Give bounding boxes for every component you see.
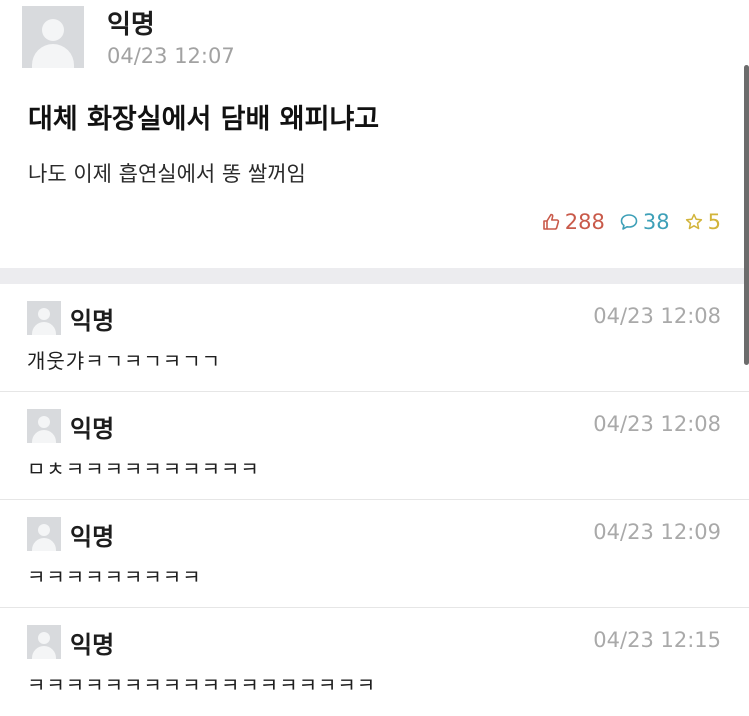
- post-header: 익명 04/23 12:07: [22, 6, 642, 68]
- comment-time: 04/23 12:08: [593, 412, 721, 436]
- comment-author[interactable]: 익명: [70, 517, 114, 552]
- comment-author[interactable]: 익명: [70, 625, 114, 660]
- thumbs-up-icon: [542, 213, 559, 230]
- scrollbar[interactable]: [744, 65, 749, 365]
- avatar[interactable]: [27, 625, 61, 659]
- avatar[interactable]: [27, 301, 61, 335]
- comment-author[interactable]: 익명: [70, 301, 114, 336]
- post-stats: 288 38 5: [541, 208, 721, 236]
- comment-time: 04/23 12:15: [593, 628, 721, 652]
- avatar[interactable]: [27, 517, 61, 551]
- comment-item: 익명 04/23 12:09 ㅋㅋㅋㅋㅋㅋㅋㅋㅋ: [0, 500, 749, 608]
- star-icon: [685, 213, 702, 230]
- comment-text: ㅋㅋㅋㅋㅋㅋㅋㅋㅋㅋㅋㅋㅋㅋㅋㅋㅋㅋ: [27, 673, 377, 697]
- comment-time: 04/23 12:09: [593, 520, 721, 544]
- comment-button[interactable]: 38: [619, 210, 670, 234]
- comment-item: 익명 04/23 12:08 개웃갸ㅋㄱㅋㄱㅋㄱㄱ: [0, 284, 749, 392]
- speech-bubble-icon: [620, 214, 638, 230]
- scrap-button[interactable]: 5: [684, 210, 721, 234]
- section-divider: [0, 268, 749, 284]
- post-time: 04/23 12:07: [107, 44, 235, 68]
- like-button[interactable]: 288: [541, 210, 605, 234]
- comment-time: 04/23 12:08: [593, 304, 721, 328]
- post-title: 대체 화장실에서 담배 왜피냐고: [28, 104, 380, 135]
- comment-text: ㅁㅊㅋㅋㅋㅋㅋㅋㅋㅋㅋㅋ: [27, 457, 260, 481]
- comment-list: 익명 04/23 12:08 개웃갸ㅋㄱㅋㄱㅋㄱㄱ 익명 04/23 12:08…: [0, 284, 749, 715]
- scrap-count: 5: [707, 210, 721, 234]
- comment-author[interactable]: 익명: [70, 409, 114, 444]
- comment-count: 38: [642, 210, 670, 234]
- post-author[interactable]: 익명: [107, 4, 155, 41]
- like-count: 288: [564, 210, 605, 234]
- comment-item: 익명 04/23 12:08 ㅁㅊㅋㅋㅋㅋㅋㅋㅋㅋㅋㅋ: [0, 392, 749, 500]
- comment-text: ㅋㅋㅋㅋㅋㅋㅋㅋㅋ: [27, 565, 202, 589]
- avatar[interactable]: [22, 6, 84, 68]
- comment-item: 익명 04/23 12:15 ㅋㅋㅋㅋㅋㅋㅋㅋㅋㅋㅋㅋㅋㅋㅋㅋㅋㅋ: [0, 608, 749, 715]
- avatar[interactable]: [27, 409, 61, 443]
- post-body: 나도 이제 흡연실에서 똥 쌀꺼임: [28, 162, 306, 186]
- comment-text: 개웃갸ㅋㄱㅋㄱㅋㄱㄱ: [27, 349, 221, 373]
- page: 익명 04/23 12:07 대체 화장실에서 담배 왜피냐고 나도 이제 흡연…: [0, 0, 749, 716]
